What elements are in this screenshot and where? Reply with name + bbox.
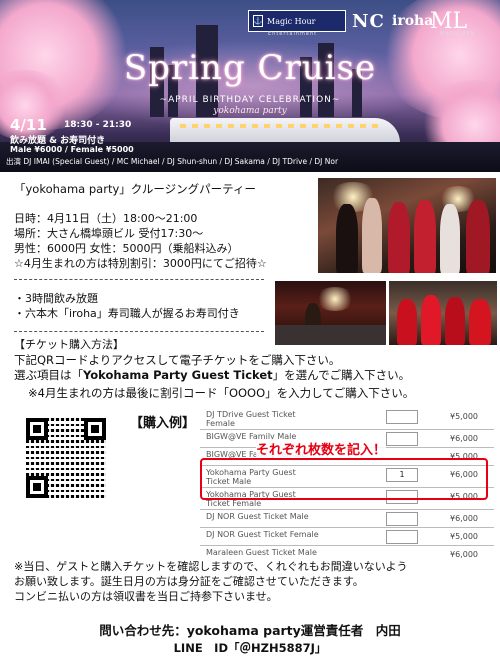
instruction-select: 選ぶ項目は「Yokohama Party Guest Ticket」を選んでご購… bbox=[14, 368, 411, 382]
line-id[interactable]: LINE ID「＠HZH5887J」 bbox=[0, 640, 500, 656]
magic-hour-logo-text: Magic Hour bbox=[267, 16, 316, 26]
dashed-divider bbox=[14, 331, 264, 332]
maraleen-logo: ML bbox=[430, 8, 468, 34]
lead-text: 「yokohama party」クルージングパーティー bbox=[14, 182, 256, 196]
bullet-sushi: ・六本木「iroha」寿司職人が握るお寿司付き bbox=[14, 307, 240, 320]
info-place: 場所：大さん橋埠頭ビル 受付17:30～ bbox=[14, 227, 204, 240]
ticket-row: DJ NOR Guest Ticket Female ¥5,000 bbox=[200, 528, 494, 546]
quantity-field[interactable] bbox=[386, 530, 418, 544]
ticket-price: ¥6,000 bbox=[450, 434, 478, 443]
highlight-annotation: それぞれ枚数を記入！ bbox=[256, 439, 387, 458]
instruction-birthday-code: ※4月生まれの方は最後に割引コード「OOOO」を入力してご購入下さい。 bbox=[28, 386, 415, 400]
dashed-divider bbox=[14, 279, 264, 280]
event-subtitle: ~APRIL BIRTHDAY CELEBRATION~ bbox=[159, 95, 341, 105]
ticket-name: DJ NOR Guest Ticket Male bbox=[206, 512, 309, 521]
ticket-row: DJ NOR Guest Ticket Male ¥6,000 bbox=[200, 510, 494, 528]
ticket-price: ¥6,000 bbox=[450, 514, 478, 523]
maraleen-sub: MARALEEN bbox=[440, 31, 476, 37]
info-datetime: 日時：4月11日（土）18:00～21:00 bbox=[14, 212, 198, 225]
ticket-qr-code[interactable] bbox=[26, 418, 106, 498]
ship-lights bbox=[180, 124, 380, 128]
nc-logo: NC bbox=[352, 10, 385, 32]
magic-hour-logo: ⚓ Magic Hour bbox=[248, 10, 346, 32]
iroha-logo: iroha bbox=[392, 13, 434, 29]
note-id-check: お願い致します。誕生日月の方は身分証をご確認させていただきます。 bbox=[14, 575, 364, 588]
highlight-box bbox=[200, 458, 488, 500]
ticket-price: ¥5,000 bbox=[450, 532, 478, 541]
quantity-field[interactable] bbox=[386, 432, 418, 446]
quantity-field[interactable] bbox=[386, 410, 418, 424]
ticket-name: Yokohama Party Guest Ticket bbox=[83, 368, 273, 382]
party-photo-dj bbox=[275, 281, 386, 345]
contact-inquiry: 問い合わせ先：yokohama party運営責任者 内田 bbox=[99, 623, 401, 638]
ticket-name: DJ NOR Guest Ticket Female bbox=[206, 530, 319, 539]
info-birthday-discount: ☆4月生まれの方は特別割引：3000円にてご招待☆ bbox=[14, 257, 267, 270]
bullet-drinks: ・3時間飲み放題 bbox=[14, 292, 98, 305]
ticket-row: Maraleen Guest Ticket Male ¥6,000 bbox=[200, 546, 494, 558]
banner-prices: Male ¥6000 / Female ¥5000 bbox=[10, 145, 134, 154]
purchase-example-label: 【購入例】 bbox=[130, 416, 196, 431]
ticket-name: Maraleen Guest Ticket Male bbox=[206, 548, 317, 557]
ticket-row: DJ TDrive Guest Ticket Female ¥5,000 bbox=[200, 408, 494, 430]
instruction-qr: 下記QRコードよりアクセスして電子チケットをご購入下さい。 bbox=[14, 353, 341, 367]
party-photo-santa bbox=[389, 281, 497, 345]
event-tagline: yokohama party bbox=[213, 106, 287, 116]
qr-finder bbox=[26, 418, 48, 440]
note-receipt: コンビニ払いの方は領収書を当日ご持参下さいませ。 bbox=[14, 590, 278, 603]
anchor-icon: ⚓ bbox=[253, 15, 263, 27]
ticket-name: DJ TDrive Guest Ticket Female bbox=[206, 410, 296, 428]
event-date: 4/11 bbox=[10, 116, 47, 134]
qr-finder bbox=[26, 476, 48, 498]
event-banner: ⚓ Magic Hour NC iroha ML Entertainment M… bbox=[0, 0, 500, 172]
note-confirmation: ※当日、ゲストと購入チケットを確認しますので、くれぐれもお間違いないよう bbox=[14, 560, 408, 573]
magic-hour-sub: Entertainment bbox=[268, 31, 318, 37]
performer-list: 出演 DJ IMAI (Special Guest) / MC Michael … bbox=[6, 157, 339, 166]
qr-finder bbox=[84, 418, 106, 440]
ticket-price: ¥6,000 bbox=[450, 550, 478, 558]
event-time: 18:30 - 21:30 bbox=[64, 120, 132, 130]
quantity-field[interactable] bbox=[386, 512, 418, 526]
event-title: Spring Cruise bbox=[123, 48, 377, 88]
ticket-price: ¥5,000 bbox=[450, 412, 478, 421]
ticket-heading: 【チケット購入方法】 bbox=[14, 338, 124, 351]
party-photo-group bbox=[318, 178, 496, 273]
info-price: 男性：6000円 女性：5000円（乗船料込み） bbox=[14, 242, 239, 255]
